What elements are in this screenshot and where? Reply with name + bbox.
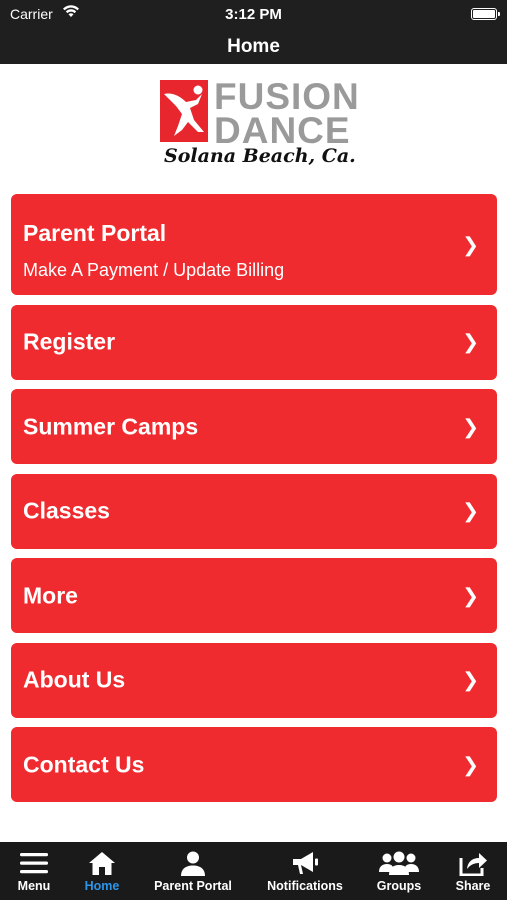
menu-item-sublabel: Make A Payment / Update Billing <box>23 260 285 280</box>
tab-groups[interactable]: Groups <box>366 842 432 900</box>
chevron-right-icon: ❯ <box>462 234 479 256</box>
hamburger-icon <box>19 850 49 876</box>
home-menu: Parent Portal Make A Payment / Update Bi… <box>11 194 497 812</box>
tab-label: Notifications <box>267 879 343 893</box>
tab-label: Groups <box>376 879 422 893</box>
tab-label: Menu <box>17 879 51 893</box>
share-icon <box>458 850 488 877</box>
chevron-right-icon: ❯ <box>462 500 479 523</box>
menu-item-label: More <box>23 582 78 608</box>
menu-item-parent-portal[interactable]: Parent Portal Make A Payment / Update Bi… <box>11 194 497 295</box>
home-icon <box>87 850 117 876</box>
clock: 3:12 PM <box>225 6 282 23</box>
menu-item-label: About Us <box>23 666 126 693</box>
menu-item-classes[interactable]: Classes ❯ <box>11 473 497 549</box>
menu-item-label: Contact Us <box>23 751 145 777</box>
logo-tagline: Solana Beach, Ca. <box>164 145 356 167</box>
navigation-bar: Home <box>0 30 507 64</box>
chevron-right-icon: ❯ <box>462 754 479 776</box>
tab-label: Parent Portal <box>154 879 232 893</box>
chevron-right-icon: ❯ <box>462 416 479 438</box>
tab-share[interactable]: Share <box>443 842 503 900</box>
menu-item-summer-camps[interactable]: Summer Camps ❯ <box>11 389 497 464</box>
menu-item-label: Classes <box>23 497 110 524</box>
dancer-logo-icon <box>160 80 208 142</box>
chevron-right-icon: ❯ <box>462 669 479 692</box>
menu-item-more[interactable]: More ❯ <box>11 558 497 633</box>
tab-label: Home <box>84 879 120 893</box>
person-icon <box>178 850 208 876</box>
battery-icon <box>471 8 500 20</box>
page-title: Home <box>227 36 280 57</box>
tab-label: Share <box>455 879 491 893</box>
megaphone-icon <box>290 850 320 876</box>
group-icon <box>379 850 419 876</box>
fusion-dance-logo: FUSION DANCE Solana Beach, Ca. <box>160 78 359 170</box>
menu-item-about-us[interactable]: About Us ❯ <box>11 642 497 718</box>
chevron-right-icon: ❯ <box>462 585 479 607</box>
logo-line-2: DANCE <box>214 110 351 151</box>
tab-parent-portal[interactable]: Parent Portal <box>143 842 243 900</box>
tab-notifications[interactable]: Notifications <box>257 842 353 900</box>
menu-item-contact-us[interactable]: Contact Us ❯ <box>11 727 497 802</box>
tab-bar: Menu Home Parent Portal Notifications Gr… <box>0 842 507 900</box>
tab-menu[interactable]: Menu <box>0 842 68 900</box>
menu-item-label: Register <box>23 328 116 355</box>
menu-item-register[interactable]: Register ❯ <box>11 304 497 380</box>
chevron-right-icon: ❯ <box>462 331 479 354</box>
menu-item-label: Parent Portal <box>23 220 167 246</box>
tab-home[interactable]: Home <box>68 842 136 900</box>
status-bar: Carrier 3:12 PM <box>0 0 507 30</box>
menu-item-label: Summer Camps <box>23 413 199 439</box>
